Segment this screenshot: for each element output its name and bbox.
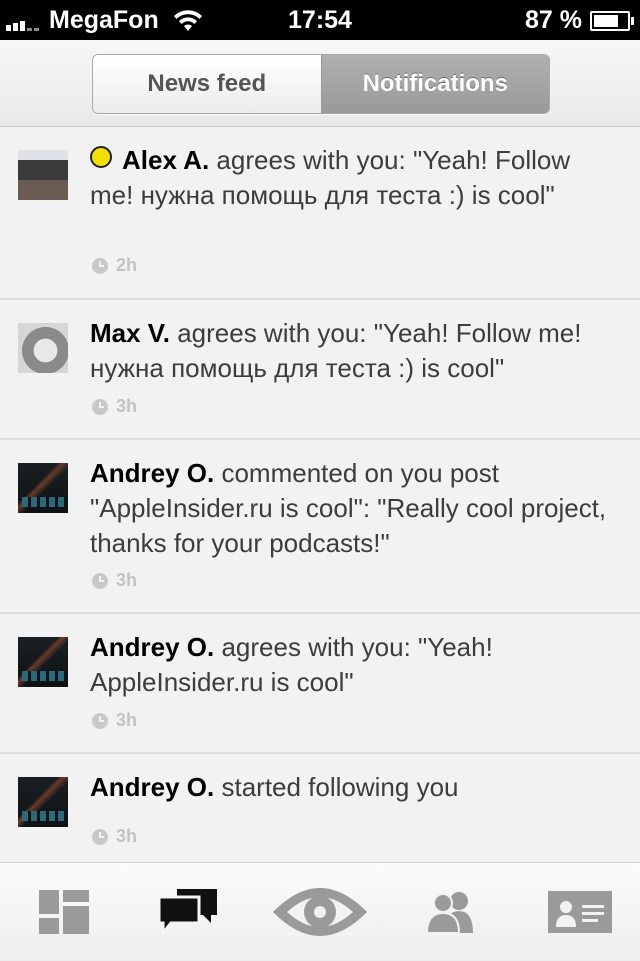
tab-bar <box>0 862 640 961</box>
notification-text: Andrey O. commented on you post "AppleIn… <box>90 456 610 561</box>
notification-message: started following you <box>214 772 459 802</box>
list-item[interactable]: Andrey O. commented on you post "AppleIn… <box>0 440 640 614</box>
timestamp: 3h <box>92 826 137 847</box>
list-item[interactable]: Alex A. agrees with you: "Yeah! Follow m… <box>0 127 640 300</box>
timestamp-label: 3h <box>116 710 138 730</box>
user-name[interactable]: Max V. <box>90 318 170 348</box>
notification-text: Alex A. agrees with you: "Yeah! Follow m… <box>90 143 610 213</box>
list-item[interactable]: Max V. agrees with you: "Yeah! Follow me… <box>0 300 640 440</box>
timestamp: 3h <box>92 396 137 417</box>
timestamp: 3h <box>92 710 137 731</box>
tab-profile[interactable] <box>536 863 624 961</box>
list-item[interactable]: Andrey O. agrees with you: "Yeah! AppleI… <box>0 614 640 754</box>
clock-icon <box>92 398 108 415</box>
clock-icon <box>92 572 108 589</box>
news-feed-segment[interactable]: News feed <box>93 55 321 113</box>
battery-icon <box>590 10 634 31</box>
clock-icon <box>92 828 108 845</box>
status-bar: MegaFon 17:54 87 % <box>0 0 640 40</box>
profile-card-icon <box>548 891 612 933</box>
header-bar: News feed Notifications <box>0 40 640 127</box>
timestamp-label: 3h <box>116 396 138 416</box>
avatar[interactable] <box>18 777 68 827</box>
clock-icon <box>92 257 108 274</box>
user-name[interactable]: Andrey O. <box>90 458 214 488</box>
online-status-icon <box>90 146 112 168</box>
avatar[interactable] <box>18 463 68 513</box>
timestamp: 3h <box>92 570 137 591</box>
user-name[interactable]: Andrey O. <box>90 772 214 802</box>
user-name[interactable]: Alex A. <box>122 145 209 175</box>
user-name[interactable]: Andrey O. <box>90 632 214 662</box>
tab-watch[interactable] <box>270 863 370 961</box>
clock-icon <box>92 712 108 729</box>
avatar[interactable] <box>18 323 68 373</box>
dashboard-icon <box>39 890 89 934</box>
people-icon <box>425 892 473 933</box>
notification-text: Andrey O. started following you <box>90 770 610 805</box>
notification-text: Andrey O. agrees with you: "Yeah! AppleI… <box>90 630 610 700</box>
chat-bubbles-icon <box>159 889 217 935</box>
notifications-list: Alex A. agrees with you: "Yeah! Follow m… <box>0 127 640 862</box>
avatar[interactable] <box>18 150 68 200</box>
timestamp-label: 3h <box>116 826 138 846</box>
timestamp-label: 2h <box>116 255 138 275</box>
tab-notifications[interactable] <box>144 863 232 961</box>
list-item[interactable]: Andrey O. started following you 3h <box>0 754 640 862</box>
tab-dashboard[interactable] <box>20 863 108 961</box>
notifications-segment[interactable]: Notifications <box>320 55 549 113</box>
tab-people[interactable] <box>408 863 496 961</box>
timestamp: 2h <box>92 255 137 276</box>
timestamp-label: 3h <box>116 570 138 590</box>
avatar[interactable] <box>18 637 68 687</box>
battery-percent: 87 % <box>525 6 582 34</box>
notification-text: Max V. agrees with you: "Yeah! Follow me… <box>90 316 610 386</box>
eye-icon <box>273 888 367 936</box>
feed-segmented-control: News feed Notifications <box>92 54 550 114</box>
